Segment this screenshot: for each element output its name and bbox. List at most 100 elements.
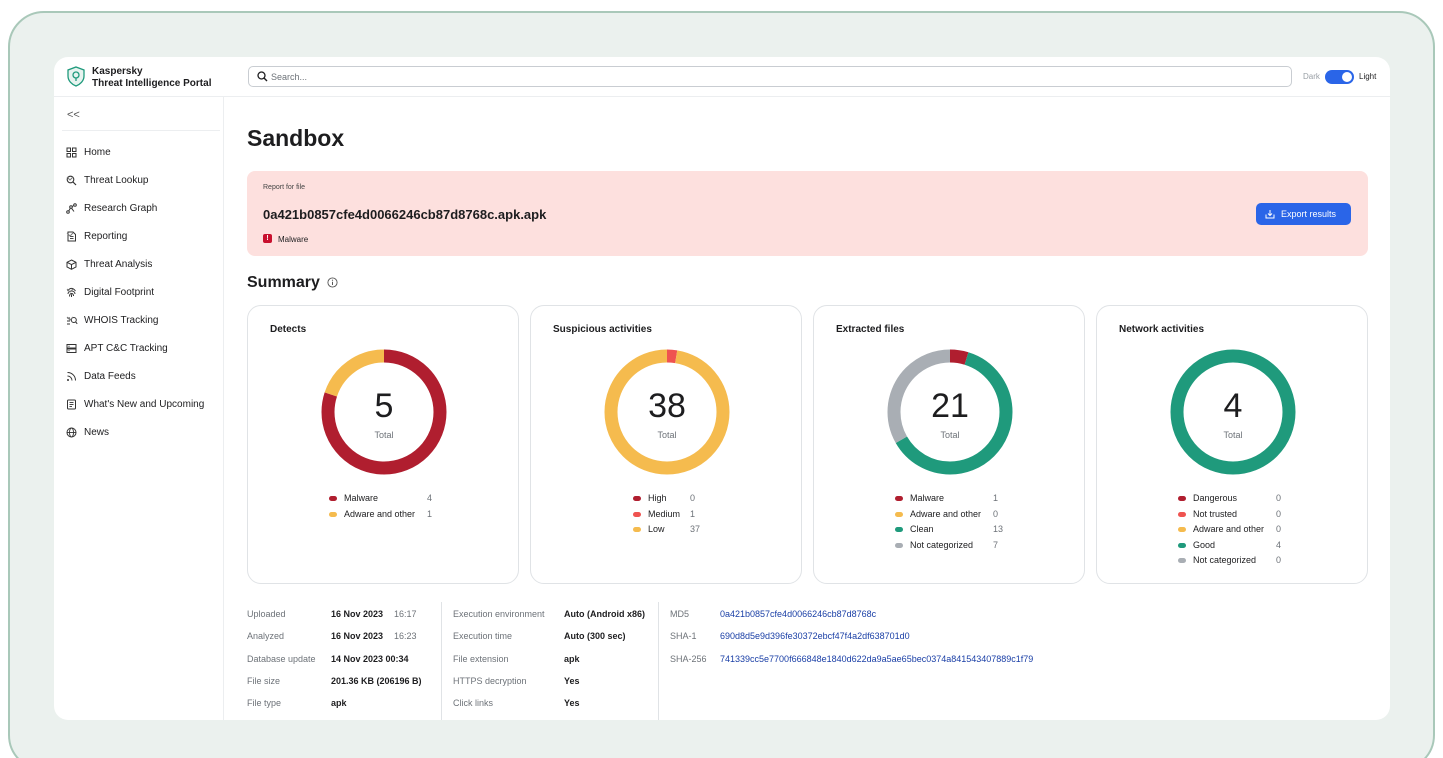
details-divider	[441, 602, 442, 720]
theme-toggle[interactable]	[1325, 70, 1354, 84]
detail-key: Database update	[247, 654, 316, 664]
legend-label: Malware	[344, 493, 379, 503]
search-input[interactable]	[271, 69, 1271, 84]
sidebar-item-home[interactable]: Home	[66, 145, 216, 161]
sidebar-item-threat-lookup[interactable]: Threat Lookup	[66, 173, 216, 189]
donut-total-value: 4	[1223, 387, 1243, 425]
chevron-down-icon	[66, 176, 74, 181]
chevron-down-icon	[66, 288, 74, 293]
sidebar-item-label: Data Feeds	[84, 371, 136, 382]
legend-value: 0	[1276, 555, 1282, 565]
legend-swatch	[633, 496, 641, 501]
legend-value: 13	[993, 524, 1004, 534]
donut-total-label: Total	[657, 430, 677, 440]
sidebar-item-whats-new[interactable]: What's New and Upcoming	[66, 397, 216, 413]
detail-key: File size	[247, 676, 281, 686]
legend-label: High	[648, 493, 667, 503]
alert-icon: !	[263, 234, 272, 243]
sidebar-item-research-graph[interactable]: Research Graph	[66, 201, 216, 217]
legend-label: Clean	[910, 524, 934, 534]
chevron-down-icon	[66, 232, 74, 237]
search-box[interactable]	[248, 66, 1292, 87]
legend-value: 0	[993, 508, 999, 519]
search-icon	[257, 71, 268, 82]
legend-swatch	[329, 496, 337, 501]
card-title: Suspicious activities	[553, 324, 652, 335]
legend-label: Low	[648, 524, 665, 534]
card-title: Detects	[270, 324, 307, 335]
detail-value: Yes	[564, 698, 580, 708]
legend-label: Not categorized	[1193, 555, 1257, 565]
file-name: 0a421b0857cfe4d0066246cb87d8768c.apk.apk	[263, 207, 547, 222]
hash-key: MD5	[670, 609, 690, 619]
legend-value: 1	[993, 493, 999, 503]
detail-value: apk	[564, 654, 580, 664]
detail-key: Execution environment	[453, 609, 545, 619]
donut-total-label: Total	[374, 430, 394, 440]
sidebar-item-threat-analysis[interactable]: Threat Analysis	[66, 257, 216, 273]
legend-swatch	[895, 496, 903, 501]
kaspersky-logo-icon[interactable]	[66, 66, 86, 87]
legend-label: Medium	[648, 508, 681, 519]
donut-total-value: 38	[648, 387, 686, 425]
sidebar-item-apt-cc-tracking[interactable]: APT C&C Tracking	[66, 341, 216, 357]
sidebar-item-data-feeds[interactable]: Data Feeds	[66, 369, 216, 385]
hash-value-link[interactable]: 690d8d5e9d396fe30372ebcf47f4a2df638701d0	[720, 631, 910, 641]
detail-key: Analyzed	[247, 631, 285, 641]
brand-name[interactable]: Kaspersky Threat Intelligence Portal	[92, 66, 211, 90]
detail-value: 16 Nov 2023	[331, 609, 384, 619]
detail-key: Click links	[453, 698, 494, 708]
legend-label: Adware and other	[910, 508, 982, 519]
summary-title: Summary	[247, 274, 320, 291]
detail-key: HTTPS decryption	[453, 676, 527, 686]
sidebar: << Home Threat Lookup Research Graph Rep…	[54, 97, 224, 720]
chevron-down-icon	[66, 316, 74, 321]
sidebar-item-label: Digital Footprint	[84, 287, 155, 298]
legend-value: 0	[690, 493, 696, 503]
hash-value-link[interactable]: 741339cc5e7700f666848e1840d622da9a5ae65b…	[720, 654, 1033, 664]
legend-swatch	[329, 511, 337, 517]
sidebar-item-label: APT C&C Tracking	[84, 343, 168, 354]
legend-swatch	[1178, 558, 1186, 563]
info-icon[interactable]	[327, 277, 338, 288]
legend-swatch	[895, 542, 903, 548]
legend-value: 0	[1276, 493, 1282, 503]
sidebar-item-whois-tracking[interactable]: WHOIS Tracking	[66, 313, 216, 329]
legend-label: Not trusted	[1193, 508, 1238, 519]
globe-icon	[66, 427, 77, 438]
cube-icon	[66, 259, 77, 270]
donut-total-label: Total	[940, 430, 960, 440]
sidebar-item-reporting[interactable]: Reporting	[66, 229, 216, 245]
hash-value-link[interactable]: 0a421b0857cfe4d0066246cb87d8768c	[720, 609, 876, 619]
legend-value: 4	[427, 493, 433, 503]
legend-value: 0	[1276, 524, 1282, 534]
sidebar-item-digital-footprint[interactable]: Digital Footprint	[66, 285, 216, 301]
network-activities-card: Network activities 4 Total Dangerous 0 Not…	[1096, 305, 1368, 584]
legend-swatch	[895, 527, 903, 532]
detail-value: apk	[331, 698, 347, 708]
sidebar-item-news[interactable]: News	[66, 425, 216, 441]
sidebar-item-label: Reporting	[84, 231, 128, 242]
detail-value: 201.36 KB (206196 B)	[331, 676, 422, 686]
hash-key: SHA-1	[670, 631, 697, 641]
verdict-label: Malware	[278, 235, 309, 244]
collapse-sidebar-button[interactable]: <<	[67, 109, 80, 121]
brand-line-1: Kaspersky	[92, 66, 143, 77]
legend-swatch	[633, 511, 641, 517]
report-label: Report for file	[263, 184, 306, 191]
sidebar-item-label: News	[84, 427, 110, 438]
app-window: Kaspersky Threat Intelligence Portal Dar…	[54, 57, 1390, 720]
detail-key: Uploaded	[247, 609, 286, 619]
sidebar-item-label: WHOIS Tracking	[84, 315, 159, 326]
donut-total-label: Total	[1223, 430, 1243, 440]
details-divider	[658, 602, 659, 720]
detail-key: File extension	[453, 654, 509, 664]
legend-swatch	[1178, 542, 1186, 548]
home-icon	[66, 147, 77, 158]
legend-label: Adware and other	[1193, 524, 1265, 534]
legend-swatch	[633, 527, 641, 532]
top-bar: Kaspersky Threat Intelligence Portal Dar…	[54, 57, 1390, 97]
export-results-button[interactable]: Export results	[1256, 203, 1351, 225]
detail-time: 16:17	[394, 609, 417, 619]
legend-label: Dangerous	[1193, 493, 1238, 503]
